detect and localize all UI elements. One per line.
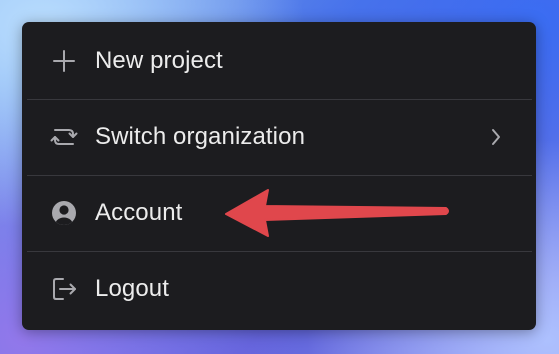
menu-item-switch-organization[interactable]: Switch organization xyxy=(27,100,532,174)
menu-item-account[interactable]: Account xyxy=(27,176,532,250)
menu-item-label: Switch organization xyxy=(95,123,306,150)
dropdown-menu: New project Switch organization Account … xyxy=(22,22,536,330)
logout-icon xyxy=(49,274,79,304)
user-circle-icon xyxy=(49,198,79,228)
menu-item-label: Logout xyxy=(95,275,170,302)
plus-icon xyxy=(49,46,79,76)
switch-arrows-icon xyxy=(49,122,79,152)
chevron-right-icon xyxy=(488,125,504,149)
menu-item-label: Account xyxy=(95,199,183,226)
menu-item-label: New project xyxy=(95,47,223,74)
menu-item-logout[interactable]: Logout xyxy=(27,252,532,326)
menu-item-new-project[interactable]: New project xyxy=(27,24,532,98)
